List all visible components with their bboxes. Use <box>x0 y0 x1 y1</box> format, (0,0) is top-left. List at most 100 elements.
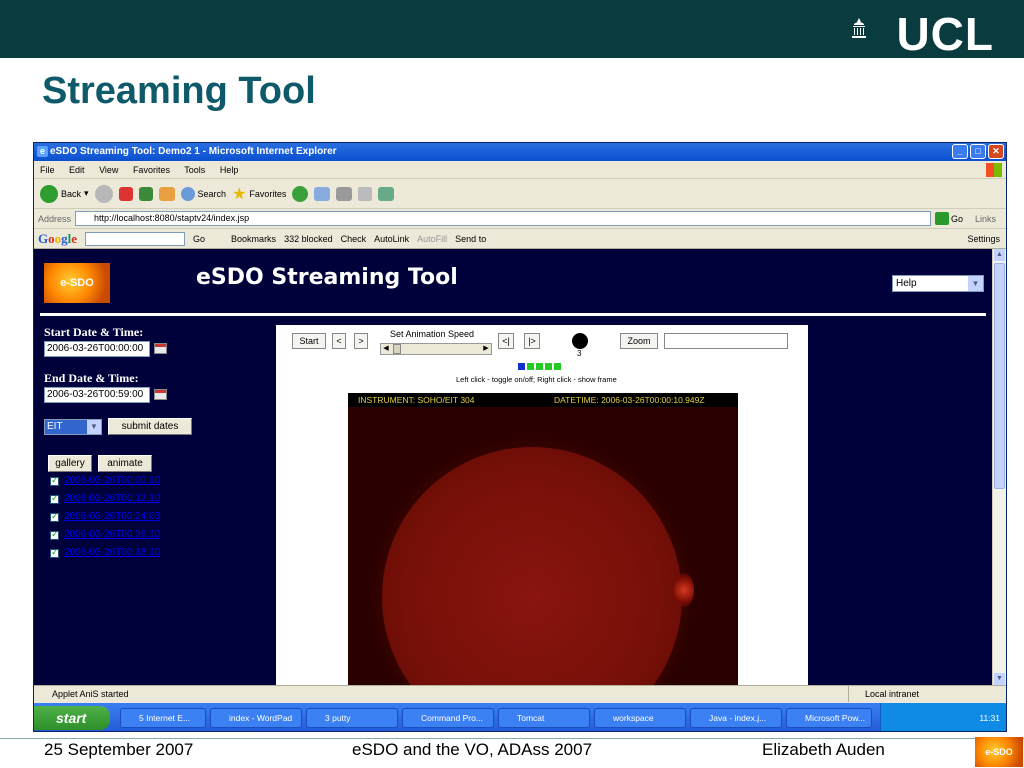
window-titlebar: e eSDO Streaming Tool: Demo2 1 - Microso… <box>34 143 1006 161</box>
refresh-icon[interactable] <box>138 186 153 201</box>
instrument-select[interactable]: EIT ▼ <box>44 419 102 435</box>
divider <box>40 313 986 316</box>
autolink-button[interactable]: AutoLink <box>374 234 409 244</box>
task-java[interactable]: Java - index.j... <box>690 708 782 728</box>
tray-clock[interactable]: 11:31 <box>979 713 1000 723</box>
standard-toolbar: Back ▾ Search ★ Favorites <box>34 179 1006 209</box>
task-tomcat[interactable]: Tomcat <box>498 708 590 728</box>
google-settings-button[interactable]: Settings <box>967 234 1000 244</box>
menu-help[interactable]: Help <box>220 165 239 175</box>
frame-link[interactable]: 2006-03-26T00:00:10 <box>64 475 160 486</box>
menu-file[interactable]: File <box>40 165 55 175</box>
menu-view[interactable]: View <box>99 165 118 175</box>
mail-icon[interactable] <box>314 186 331 201</box>
menu-bar: File Edit View Favorites Tools Help <box>34 161 1006 179</box>
slider-thumb[interactable] <box>393 344 401 354</box>
menu-edit[interactable]: Edit <box>69 165 85 175</box>
edit-icon[interactable] <box>358 186 373 201</box>
favorites-button[interactable]: ★ Favorites <box>232 184 286 204</box>
task-command-prompt[interactable]: Command Pro... <box>402 708 494 728</box>
frame-toggle[interactable] <box>536 363 543 370</box>
frame-toggle[interactable] <box>554 363 561 370</box>
ucl-portico-icon <box>852 18 866 38</box>
ie-icon: e <box>37 146 48 157</box>
first-frame-button[interactable]: <| <box>498 333 514 349</box>
solar-image[interactable]: INSTRUMENT: SOHO/EIT 304 DATETIME: 2006-… <box>348 393 738 685</box>
frame-toggle-strip <box>518 363 561 370</box>
google-go-button[interactable]: Go <box>193 234 205 244</box>
taskbar: start 5 Internet E... index - WordPad 3 … <box>34 703 1006 731</box>
slider-left-arrow-icon[interactable]: ◀ <box>381 344 391 354</box>
task-putty[interactable]: 3 putty <box>306 708 398 728</box>
scroll-thumb[interactable] <box>994 263 1005 489</box>
prev-frame-button[interactable]: < <box>332 333 346 349</box>
frame-link[interactable]: 2006-03-26T00:36:10 <box>64 529 160 540</box>
menu-tools[interactable]: Tools <box>184 165 205 175</box>
task-workspace[interactable]: workspace <box>594 708 686 728</box>
next-frame-button[interactable]: > <box>354 333 368 349</box>
frame-checkbox[interactable] <box>50 529 59 540</box>
start-button[interactable]: Start <box>292 333 326 349</box>
google-search-input[interactable] <box>85 231 186 246</box>
instrument-readout: INSTRUMENT: SOHO/EIT 304 <box>358 395 475 405</box>
go-button[interactable]: Go <box>935 212 963 225</box>
footer-esdo-logo: e-SDO <box>975 737 1023 767</box>
stop-icon[interactable] <box>118 186 133 201</box>
frame-checkbox[interactable] <box>50 511 59 522</box>
popup-blocked-count[interactable]: 332 blocked <box>284 234 333 244</box>
last-frame-button[interactable]: |> <box>524 333 540 349</box>
frame-link[interactable]: 2006-03-26T00:48:10 <box>64 547 160 558</box>
frame-link[interactable]: 2006-03-26T00:24:03 <box>64 511 160 522</box>
animate-button[interactable]: animate <box>98 455 152 472</box>
scroll-down-icon[interactable]: ▼ <box>994 673 1005 685</box>
home-icon[interactable] <box>158 186 175 201</box>
frame-hint: Left click - toggle on/off; Right click … <box>456 375 617 384</box>
send-to-button[interactable]: Send to <box>455 234 486 244</box>
frame-toggle[interactable] <box>527 363 534 370</box>
menu-favorites[interactable]: Favorites <box>133 165 170 175</box>
start-date-label: Start Date & Time: <box>44 325 144 339</box>
help-select[interactable]: Help ▼ <box>892 275 984 292</box>
back-arrow-icon <box>40 184 58 203</box>
end-date-input[interactable]: 2006-03-26T00:59:00 <box>44 387 150 403</box>
minimize-button[interactable]: _ <box>952 144 968 159</box>
frame-toggle[interactable] <box>545 363 552 370</box>
google-bookmarks[interactable]: Bookmarks <box>231 234 276 244</box>
scroll-up-icon[interactable]: ▲ <box>994 249 1005 261</box>
image-info-strip: INSTRUMENT: SOHO/EIT 304 DATETIME: 2006-… <box>348 393 738 407</box>
task-internet-explorer[interactable]: 5 Internet E... <box>120 708 206 728</box>
vertical-scrollbar[interactable]: ▲ ▼ <box>992 249 1006 685</box>
frame-link[interactable]: 2006-03-26T00:12:10 <box>64 493 160 504</box>
frame-checkbox[interactable] <box>50 493 59 504</box>
start-button[interactable]: start <box>34 706 110 730</box>
frame-checkbox[interactable] <box>50 547 59 558</box>
submit-dates-button[interactable]: submit dates <box>108 418 192 435</box>
calendar-icon[interactable] <box>154 343 167 354</box>
footer-date: 25 September 2007 <box>44 740 194 759</box>
slider-right-arrow-icon[interactable]: ▶ <box>481 344 491 354</box>
address-input[interactable]: http://localhost:8080/staptv24/index.jsp <box>75 211 932 226</box>
status-text: Applet AniS started <box>52 689 129 699</box>
start-date-input[interactable]: 2006-03-26T00:00:00 <box>44 341 150 357</box>
messenger-icon[interactable] <box>378 186 395 201</box>
zoom-input[interactable] <box>664 333 788 349</box>
instrument-value: EIT <box>47 421 63 432</box>
print-icon[interactable] <box>336 186 353 201</box>
zoom-button[interactable]: Zoom <box>620 333 658 349</box>
maximize-button[interactable]: □ <box>970 144 986 159</box>
task-powerpoint[interactable]: Microsoft Pow... <box>786 708 872 728</box>
speed-slider[interactable]: ◀ ▶ <box>380 343 492 355</box>
frame-checkbox[interactable] <box>50 475 59 486</box>
links-label[interactable]: Links <box>975 214 996 224</box>
spell-check-button[interactable]: Check <box>341 234 367 244</box>
close-button[interactable]: ✕ <box>988 144 1004 159</box>
back-button[interactable]: Back ▾ <box>40 184 89 203</box>
autofill-button[interactable]: AutoFill <box>417 234 447 244</box>
calendar-icon[interactable] <box>154 389 167 400</box>
frame-toggle[interactable] <box>518 363 525 370</box>
forward-arrow-icon[interactable] <box>94 184 113 203</box>
task-wordpad[interactable]: index - WordPad <box>210 708 302 728</box>
search-button[interactable]: Search <box>180 186 226 201</box>
history-icon[interactable] <box>292 185 309 202</box>
gallery-button[interactable]: gallery <box>48 455 92 472</box>
